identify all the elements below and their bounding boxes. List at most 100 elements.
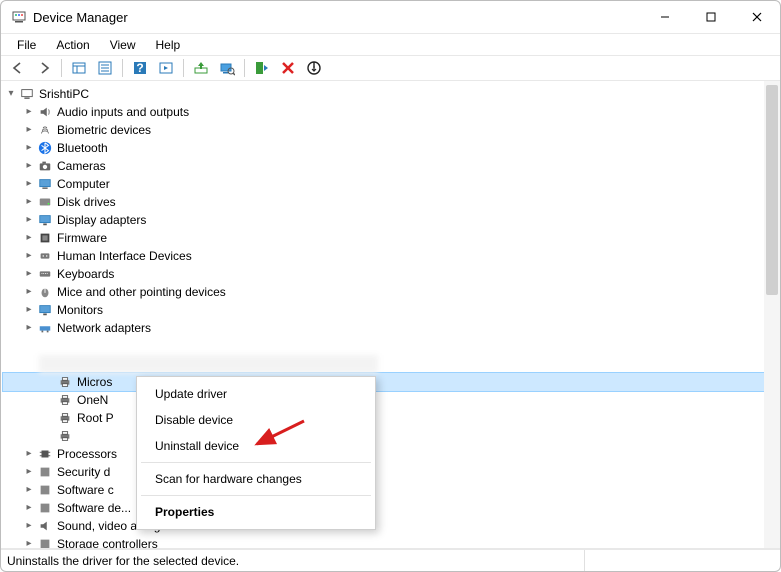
expander-icon[interactable]: ▸ xyxy=(21,194,37,210)
menu-view[interactable]: View xyxy=(100,35,146,55)
expander-icon[interactable]: ▾ xyxy=(3,86,19,102)
expander-icon[interactable]: ▸ xyxy=(21,104,37,120)
category-icon xyxy=(37,536,53,549)
expander-icon[interactable]: ▸ xyxy=(21,446,37,462)
statusbar: Uninstalls the driver for the selected d… xyxy=(1,549,780,571)
tree-category[interactable]: ▸ Software de... xyxy=(3,499,778,517)
forward-button[interactable] xyxy=(33,57,55,79)
tree-category[interactable]: ▸Human Interface Devices xyxy=(3,247,778,265)
action-button[interactable] xyxy=(155,57,177,79)
ctx-update-driver[interactable]: Update driver xyxy=(139,381,373,407)
uninstall-device-button[interactable] xyxy=(277,57,299,79)
category-label: Software de... xyxy=(57,499,131,517)
tree-category[interactable]: ▸Software c xyxy=(3,481,778,499)
device-tree[interactable]: ▾ SrishtiPC ▸Audio inputs and outputs▸Bi… xyxy=(1,81,780,549)
printer-icon xyxy=(57,428,73,444)
printer-item[interactable] xyxy=(3,427,778,445)
ctx-divider xyxy=(141,462,371,463)
expander-icon[interactable]: ▸ xyxy=(21,212,37,228)
expander-icon[interactable]: ▸ xyxy=(21,500,37,516)
category-icon xyxy=(37,230,53,246)
disable-device-button[interactable] xyxy=(303,57,325,79)
printer-item[interactable]: Root P xyxy=(3,409,778,427)
ctx-disable-device[interactable]: Disable device xyxy=(139,407,373,433)
category-icon xyxy=(37,482,53,498)
tree-category[interactable]: ▸Mice and other pointing devices xyxy=(3,283,778,301)
category-icon xyxy=(37,266,53,282)
toolbar-separator xyxy=(122,59,123,77)
tree-category[interactable]: ▸Audio inputs and outputs xyxy=(3,103,778,121)
tree-category[interactable]: ▸ Keyboards xyxy=(3,265,778,283)
tree-category[interactable]: ▸ Monitors xyxy=(3,301,778,319)
category-label: Monitors xyxy=(57,301,103,319)
expander-icon[interactable]: ▸ xyxy=(21,140,37,156)
expander-icon[interactable]: ▸ xyxy=(21,284,37,300)
expander-icon[interactable]: ▸ xyxy=(21,518,37,534)
category-label: Disk drives xyxy=(57,193,116,211)
expander-icon[interactable]: ▸ xyxy=(21,482,37,498)
printer-item[interactable]: OneN xyxy=(3,391,778,409)
ctx-properties[interactable]: Properties xyxy=(139,499,373,525)
menu-help[interactable]: Help xyxy=(146,35,191,55)
expander-icon[interactable]: ▸ xyxy=(21,302,37,318)
toolbar-separator xyxy=(244,59,245,77)
expander-icon[interactable]: ▸ xyxy=(21,158,37,174)
category-icon xyxy=(37,104,53,120)
toolbar: ? xyxy=(1,55,780,81)
show-hide-tree-button[interactable] xyxy=(68,57,90,79)
close-button[interactable] xyxy=(734,1,780,33)
category-icon xyxy=(37,446,53,462)
back-button[interactable] xyxy=(7,57,29,79)
printer-icon xyxy=(57,392,73,408)
update-driver-button[interactable] xyxy=(190,57,212,79)
expander-icon[interactable]: ▸ xyxy=(21,464,37,480)
expander-icon[interactable]: ▸ xyxy=(21,536,37,549)
tree-category[interactable]: ▸Display adapters xyxy=(3,211,778,229)
tree-category[interactable]: ▸ Disk drives xyxy=(3,193,778,211)
scrollbar-thumb[interactable] xyxy=(766,85,778,295)
category-label: Bluetooth xyxy=(57,139,108,157)
tree-category[interactable]: ▸Processors xyxy=(3,445,778,463)
expander-icon[interactable]: ▸ xyxy=(21,230,37,246)
tree-category[interactable]: ▸Network adapters xyxy=(3,319,778,337)
category-icon xyxy=(37,518,53,534)
category-icon xyxy=(37,248,53,264)
category-label: Cameras xyxy=(57,157,106,175)
category-icon xyxy=(37,122,53,138)
expander-icon[interactable]: ▸ xyxy=(21,320,37,336)
expander-icon[interactable]: ▸ xyxy=(21,266,37,282)
scan-hardware-button[interactable] xyxy=(216,57,238,79)
menu-file[interactable]: File xyxy=(7,35,46,55)
expander-icon[interactable]: ▸ xyxy=(21,248,37,264)
maximize-button[interactable] xyxy=(688,1,734,33)
category-icon xyxy=(37,212,53,228)
category-icon xyxy=(37,464,53,480)
minimize-button[interactable] xyxy=(642,1,688,33)
enable-device-button[interactable] xyxy=(251,57,273,79)
tree-category[interactable]: ▸ Cameras xyxy=(3,157,778,175)
tree-category[interactable]: ▸Firmware xyxy=(3,229,778,247)
category-label: Keyboards xyxy=(57,265,114,283)
expander-icon[interactable]: ▸ xyxy=(21,122,37,138)
printer-item-selected[interactable]: Micros xyxy=(3,373,778,391)
tree-category[interactable]: ▸Storage controllers xyxy=(3,535,778,549)
ctx-uninstall-device[interactable]: Uninstall device xyxy=(139,433,373,459)
properties-button[interactable] xyxy=(94,57,116,79)
toolbar-separator xyxy=(61,59,62,77)
root-label: SrishtiPC xyxy=(39,85,89,103)
printer-label: Root P xyxy=(77,409,114,427)
tree-category[interactable]: ▸Biometric devices xyxy=(3,121,778,139)
expander-icon[interactable]: ▸ xyxy=(21,176,37,192)
printer-label: OneN xyxy=(77,391,108,409)
tree-category[interactable]: ▸ Bluetooth xyxy=(3,139,778,157)
tree-root[interactable]: ▾ SrishtiPC xyxy=(3,85,778,103)
category-icon xyxy=(37,176,53,192)
vertical-scrollbar[interactable] xyxy=(764,81,780,548)
help-button[interactable]: ? xyxy=(129,57,151,79)
tree-category[interactable]: ▸Sound, video and game controllers xyxy=(3,517,778,535)
printer-icon xyxy=(57,410,73,426)
tree-category[interactable]: ▸Computer xyxy=(3,175,778,193)
tree-category[interactable]: ▸Security d xyxy=(3,463,778,481)
ctx-scan-hardware[interactable]: Scan for hardware changes xyxy=(139,466,373,492)
menu-action[interactable]: Action xyxy=(46,35,99,55)
